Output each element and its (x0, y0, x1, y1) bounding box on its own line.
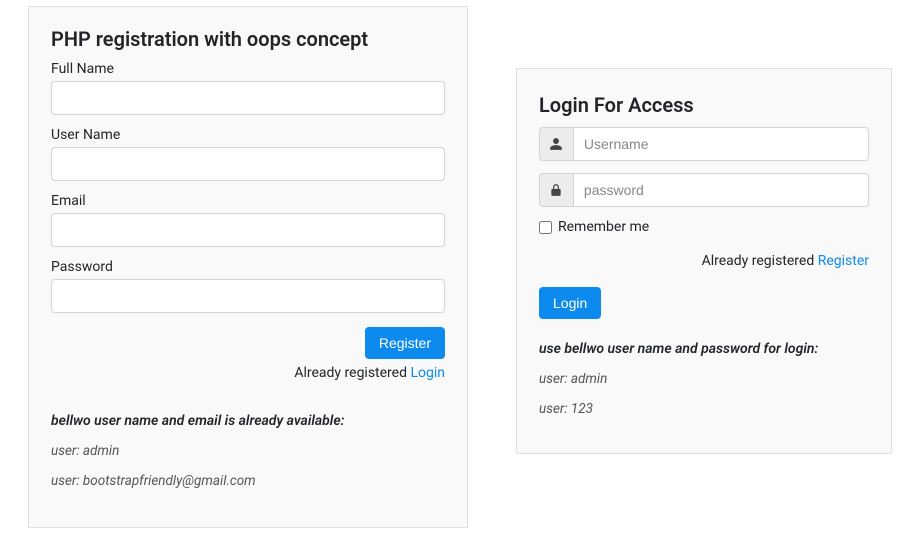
login-already-text: Already registered (702, 253, 818, 269)
login-password-input[interactable] (573, 173, 869, 207)
registration-info-user: user: admin (51, 443, 445, 459)
remember-label: Remember me (558, 219, 649, 235)
fullname-group: Full Name (51, 61, 445, 115)
email-group: Email (51, 193, 445, 247)
login-password-group (539, 173, 869, 207)
password-input[interactable] (51, 279, 445, 313)
register-link[interactable]: Register (818, 253, 869, 269)
login-panel: Login For Access Remember me Already reg… (516, 68, 892, 454)
already-registered-row: Already registered Login (51, 365, 445, 381)
login-username-group (539, 127, 869, 161)
login-info: use bellwo user name and password for lo… (539, 341, 869, 417)
email-input[interactable] (51, 213, 445, 247)
email-label: Email (51, 193, 445, 209)
login-title: Login For Access (539, 93, 869, 117)
remember-checkbox[interactable] (539, 221, 552, 234)
password-group: Password (51, 259, 445, 313)
login-already-row: Already registered Register (539, 253, 869, 269)
register-button[interactable]: Register (365, 327, 445, 359)
register-action-row: Register Already registered Login (51, 327, 445, 381)
remember-row: Remember me (539, 219, 869, 235)
registration-info-email: user: bootstrapfriendly@gmail.com (51, 473, 445, 489)
fullname-input[interactable] (51, 81, 445, 115)
registration-title: PHP registration with oops concept (51, 27, 445, 51)
login-info-pass: user: 123 (539, 401, 869, 417)
login-button[interactable]: Login (539, 287, 601, 319)
username-input[interactable] (51, 147, 445, 181)
login-info-user: user: admin (539, 371, 869, 387)
login-button-row: Login (539, 287, 869, 319)
login-link[interactable]: Login (410, 365, 445, 381)
username-label: User Name (51, 127, 445, 143)
fullname-label: Full Name (51, 61, 445, 77)
username-group: User Name (51, 127, 445, 181)
already-registered-text: Already registered (294, 365, 410, 381)
login-username-input[interactable] (573, 127, 869, 161)
user-icon (539, 127, 573, 161)
registration-panel: PHP registration with oops concept Full … (28, 6, 468, 528)
registration-info: bellwo user name and email is already av… (51, 413, 445, 489)
password-label: Password (51, 259, 445, 275)
lock-icon (539, 173, 573, 207)
login-info-title: use bellwo user name and password for lo… (539, 341, 869, 357)
registration-info-title: bellwo user name and email is already av… (51, 413, 445, 429)
